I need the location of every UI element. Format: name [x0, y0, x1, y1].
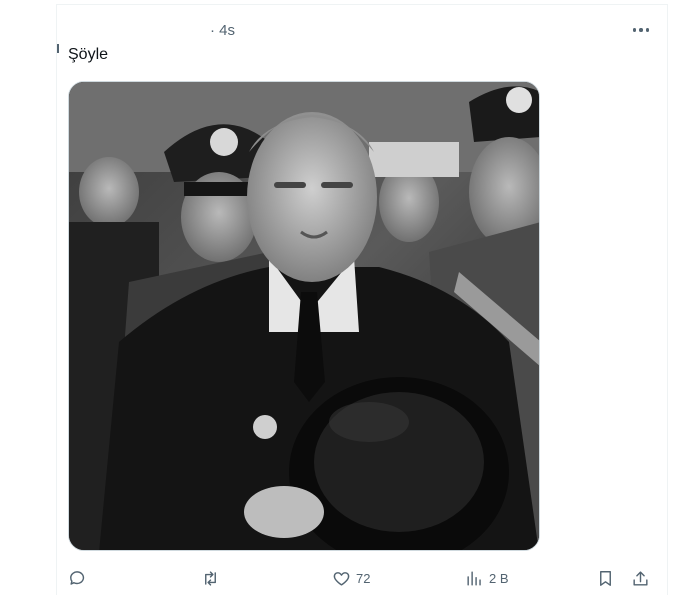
tweet-text: Şöyle	[68, 46, 109, 63]
share-button[interactable]	[631, 565, 650, 591]
tweet-photo[interactable]	[68, 81, 540, 551]
more-icon	[632, 28, 637, 32]
retweet-button[interactable]	[201, 565, 225, 591]
tweet-actions: 72 2 B	[60, 565, 660, 591]
like-count: 72	[356, 570, 371, 586]
like-icon	[333, 571, 350, 586]
bookmark-button[interactable]	[596, 565, 615, 591]
share-icon	[633, 570, 648, 586]
thread-line	[57, 44, 59, 53]
reply-button[interactable]	[68, 565, 92, 591]
bookmark-icon	[600, 570, 611, 586]
views-count: 2 B	[489, 570, 509, 586]
views-button[interactable]: 2 B	[465, 565, 509, 591]
photo-image	[69, 82, 539, 550]
tweet-timestamp[interactable]: · 4s	[210, 22, 235, 39]
reply-icon	[70, 570, 85, 585]
more-options-button[interactable]	[629, 20, 653, 40]
like-button[interactable]: 72	[332, 565, 370, 591]
retweet-icon	[205, 570, 216, 586]
views-icon	[467, 570, 481, 586]
